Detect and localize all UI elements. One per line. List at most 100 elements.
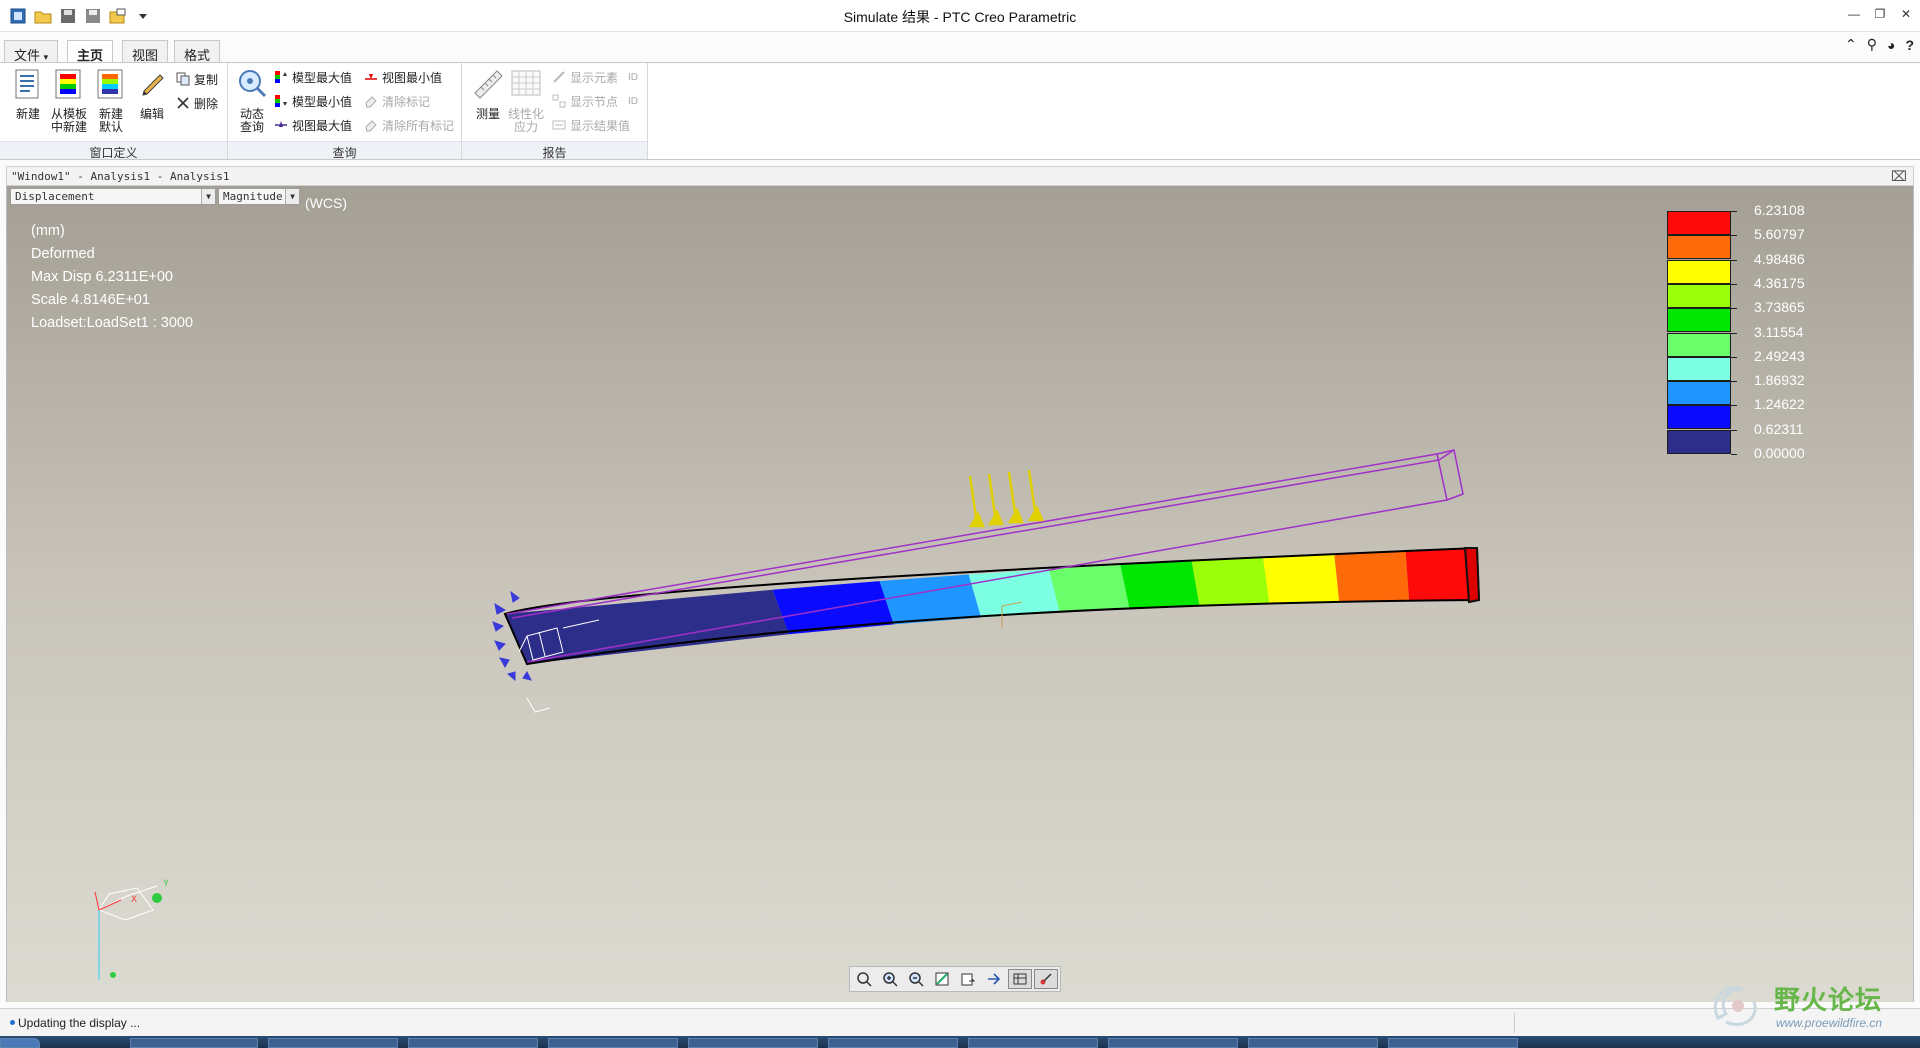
taskbar-item[interactable]: [968, 1038, 1098, 1048]
delete-button[interactable]: 删除: [176, 93, 218, 113]
view-triad: X Y: [94, 878, 169, 980]
model-min-button[interactable]: 模型最小值: [274, 91, 352, 111]
legend-color-band: [1667, 235, 1731, 260]
model-max-button[interactable]: 模型最大值: [274, 67, 352, 87]
graphics-window-header: "Window1" - Analysis1 - Analysis1 ⌧: [6, 166, 1914, 186]
beam-color-band: [1191, 557, 1270, 607]
delete-x-icon: [177, 97, 189, 109]
taskbar-item[interactable]: [688, 1038, 818, 1048]
close-window-icon[interactable]: ⌧: [1891, 168, 1907, 185]
ruler-icon: [474, 70, 503, 99]
element-icon: [553, 71, 565, 83]
legend-color-band: [1667, 332, 1731, 357]
legend-color-band: [1667, 259, 1731, 284]
view-min-icon: [365, 74, 377, 80]
taskbar-item[interactable]: [408, 1038, 538, 1048]
show-element-id-button[interactable]: 显示元素 ID: [552, 67, 638, 87]
minimize-icon[interactable]: —: [1846, 6, 1862, 22]
collapse-ribbon-icon[interactable]: ⌃: [1845, 36, 1857, 53]
new-default-button[interactable]: 新建 默认: [91, 67, 131, 134]
zoom-in-icon[interactable]: [878, 969, 902, 989]
tab-view[interactable]: 视图: [122, 40, 169, 63]
linearize-stress-button[interactable]: 线性化 应力: [506, 67, 546, 134]
community-icon[interactable]: ◕: [1887, 37, 1895, 53]
help-icon[interactable]: ?: [1905, 37, 1914, 53]
tab-format[interactable]: 格式: [174, 40, 221, 63]
taskbar-item[interactable]: [1108, 1038, 1238, 1048]
group-query: 动态 查询 模型最大值 模型最小值 视图最大值 视图最小值 清除标记 清除所有标…: [228, 63, 462, 160]
show-element-id-tag: ID: [628, 71, 639, 83]
show-node-label: 显示节点: [570, 94, 619, 109]
watermark-title: 野火论坛: [1774, 985, 1883, 1015]
legend-tick: [1731, 211, 1737, 212]
view-max-label: 视图最大值: [292, 118, 353, 133]
window-controls: — ❐ ✕: [1846, 6, 1914, 22]
dynamic-query-button[interactable]: 动态 查询: [232, 67, 272, 134]
ribbon: 新建 从模板 中新建 新建 默认 编辑 复制 删除 窗口定义 动态 查询 模型最…: [0, 62, 1920, 160]
legend-tick: [1731, 235, 1737, 237]
clear-all-marks-button[interactable]: 清除所有标记: [364, 115, 454, 135]
copy-icon: [176, 72, 190, 86]
delete-label: 删除: [194, 96, 219, 111]
legend-color-band: [1667, 211, 1731, 235]
new-from-template-button[interactable]: 从模板 中新建: [49, 67, 89, 134]
legend-color-band: [1667, 283, 1731, 308]
taskbar-item[interactable]: [268, 1038, 398, 1048]
start-button[interactable]: [0, 1038, 40, 1048]
forum-watermark: 野火论坛 www.proewildfire.cn: [1708, 976, 1908, 1036]
taskbar-item[interactable]: [828, 1038, 958, 1048]
result-value-icon: [552, 120, 566, 130]
new-default-label-2: 默认: [98, 120, 123, 134]
graphics-window-title: "Window1" - Analysis1 - Analysis1: [11, 170, 230, 183]
edit-label: 编辑: [139, 107, 164, 121]
new-window-label: 新建: [15, 107, 40, 121]
view-toolbar: [849, 966, 1061, 992]
restore-icon[interactable]: ❐: [1872, 6, 1888, 22]
tab-file[interactable]: 文件 ▾: [4, 40, 59, 63]
status-divider: [1514, 1013, 1515, 1033]
copy-button[interactable]: 复制: [176, 69, 218, 89]
load-arrows: [968, 469, 1044, 528]
node-icon: [552, 94, 566, 108]
zoom-fit-icon[interactable]: [852, 969, 876, 989]
triad-x-axis-label: X: [131, 894, 137, 904]
display-style-icon[interactable]: [1008, 969, 1032, 989]
tab-home[interactable]: 主页: [67, 40, 114, 63]
legend-value: 1.86932: [1754, 372, 1805, 389]
legend-color-band: [1667, 308, 1731, 333]
os-taskbar: [0, 1036, 1920, 1048]
legend-tick: [1731, 283, 1737, 285]
legend-value: 4.36175: [1754, 274, 1805, 291]
pencil-icon: [142, 74, 164, 96]
fea-model-graphic[interactable]: X Y: [7, 186, 1914, 1002]
repaint-icon[interactable]: [930, 969, 954, 989]
datum-display-icon[interactable]: [982, 969, 1006, 989]
show-result-value-button[interactable]: 显示结果值: [552, 115, 630, 135]
view-max-button[interactable]: 视图最大值: [274, 115, 352, 135]
triad-y-axis-label: Y: [163, 878, 169, 888]
new-window-button[interactable]: 新建: [8, 67, 48, 121]
measure-button[interactable]: 测量: [468, 67, 508, 121]
zoom-out-icon[interactable]: [904, 969, 928, 989]
graphics-viewport[interactable]: Displacement ▼ Magnitude ▼ (WCS) (mm) De…: [6, 186, 1914, 1002]
dynamic-query-label-2: 查询: [239, 120, 264, 134]
new-from-template-label-2: 中新建: [50, 120, 87, 134]
taskbar-item[interactable]: [1248, 1038, 1378, 1048]
beam-color-band: [1120, 561, 1200, 609]
clear-marks-button[interactable]: 清除标记: [364, 91, 430, 111]
search-icon[interactable]: ⚲: [1867, 36, 1877, 53]
copy-label: 复制: [194, 72, 219, 87]
model-max-label: 模型最大值: [292, 70, 353, 85]
edit-button[interactable]: 编辑: [132, 67, 172, 121]
annotation-display-icon[interactable]: [1034, 969, 1058, 989]
close-icon[interactable]: ✕: [1898, 6, 1914, 22]
show-node-id-button[interactable]: 显示节点 ID: [552, 91, 638, 111]
taskbar-item[interactable]: [130, 1038, 258, 1048]
template-icon: [55, 69, 81, 99]
saved-views-icon[interactable]: [956, 969, 980, 989]
taskbar-item[interactable]: [548, 1038, 678, 1048]
legend-color-band: [1667, 405, 1731, 430]
view-min-button[interactable]: 视图最小值: [364, 67, 442, 87]
taskbar-item[interactable]: [1388, 1038, 1518, 1048]
legend-tick: [1731, 381, 1737, 383]
